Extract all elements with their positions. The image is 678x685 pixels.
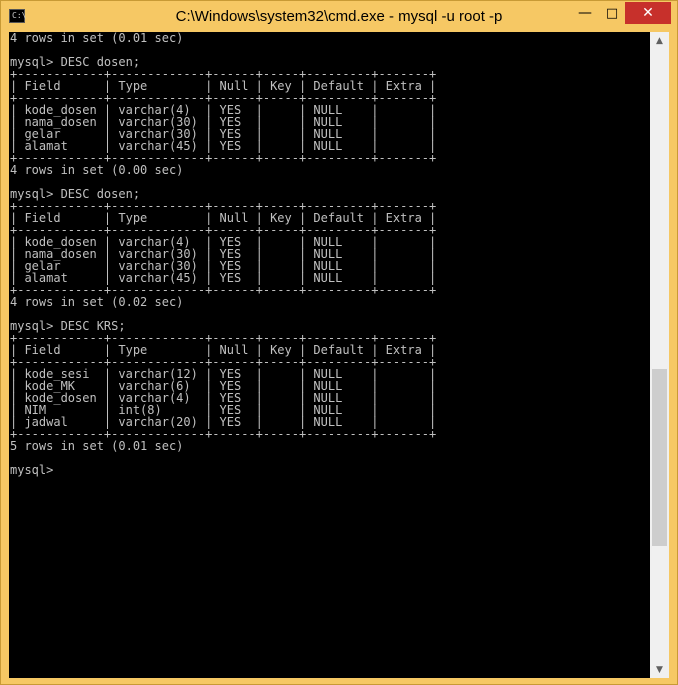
console-text: 4 rows in set (0.01 sec) mysql> DESC dos… — [9, 32, 650, 476]
console-line: 4 rows in set (0.02 sec) — [10, 295, 184, 309]
maximize-button[interactable]: □ — [600, 2, 624, 24]
cmd-window: C:\ C:\Windows\system32\cmd.exe - mysql … — [0, 0, 678, 685]
scroll-down-icon[interactable]: ▼ — [650, 661, 669, 678]
close-icon: ✕ — [642, 5, 654, 21]
console-output[interactable]: 4 rows in set (0.01 sec) mysql> DESC dos… — [9, 32, 650, 678]
minimize-button[interactable]: — — [570, 2, 600, 24]
console-line: 4 rows in set (0.01 sec) — [10, 32, 184, 45]
console-line: 5 rows in set (0.01 sec) — [10, 439, 184, 453]
console-line: mysql> — [10, 463, 54, 477]
vertical-scrollbar[interactable]: ▲ ▼ — [650, 32, 669, 678]
close-button[interactable]: ✕ — [625, 2, 671, 24]
scroll-thumb[interactable] — [652, 369, 667, 546]
console-line: 4 rows in set (0.00 sec) — [10, 163, 184, 177]
minimize-icon: — — [578, 5, 592, 21]
title-bar[interactable]: C:\ C:\Windows\system32\cmd.exe - mysql … — [1, 1, 677, 32]
maximize-icon: □ — [605, 5, 619, 21]
scroll-up-icon[interactable]: ▲ — [650, 32, 669, 49]
